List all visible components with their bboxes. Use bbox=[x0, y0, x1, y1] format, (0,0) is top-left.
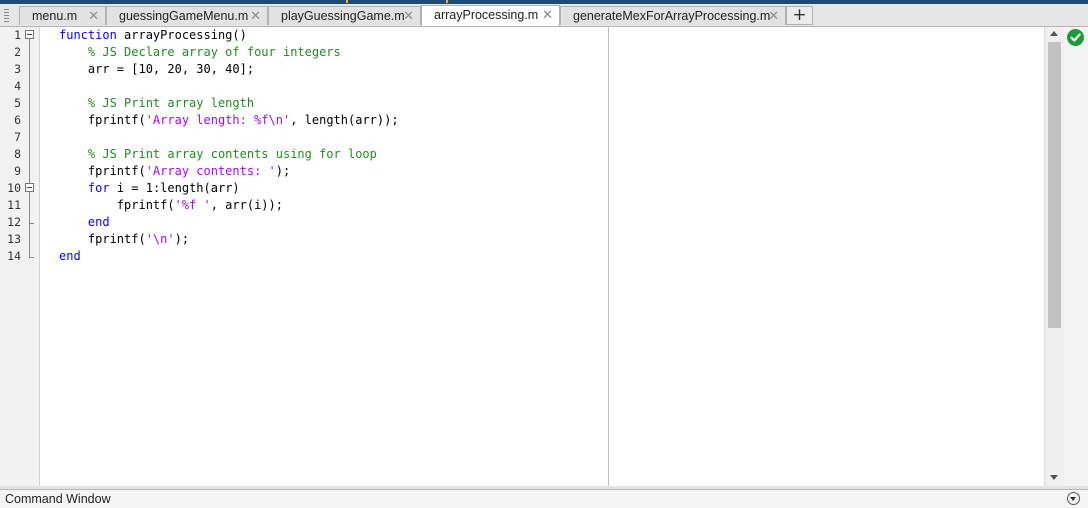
tab-arrayprocessing-m[interactable]: arrayProcessing.m ✕ bbox=[421, 5, 560, 26]
code-token: , arr(i)); bbox=[210, 198, 283, 212]
comment-token: % JS Print array length bbox=[59, 96, 255, 110]
keyword-token: end bbox=[87, 215, 110, 229]
line-number: 5 bbox=[14, 96, 21, 110]
string-token: '\n' bbox=[145, 232, 175, 246]
collapse-fold-icon[interactable] bbox=[25, 30, 34, 39]
code-token: , length(arr)); bbox=[290, 113, 399, 127]
line-number: 3 bbox=[14, 62, 21, 76]
line-number: 9 bbox=[14, 164, 21, 178]
keyword-token: for bbox=[87, 181, 110, 195]
tab-label: menu.m bbox=[32, 9, 78, 23]
chevron-down-circle-icon[interactable] bbox=[1067, 492, 1080, 505]
close-icon[interactable]: ✕ bbox=[88, 7, 99, 25]
editor-tab-bar: menu.m ✕ guessingGameMenu.m ✕ playGuessi… bbox=[0, 4, 1088, 27]
line-number: 8 bbox=[14, 147, 21, 161]
fold-guide-end bbox=[29, 257, 34, 258]
string-token: 'Array length: %f\n' bbox=[145, 113, 291, 127]
scroll-up-arrow-icon[interactable] bbox=[1050, 31, 1058, 36]
code-token: ); bbox=[174, 232, 190, 246]
right-margin-line bbox=[608, 27, 609, 486]
tab-label: generateMexForArrayProcessing.m bbox=[573, 9, 771, 23]
code-token: fprintf( bbox=[59, 232, 146, 246]
code-line[interactable]: fprintf('Array contents: '); bbox=[59, 163, 290, 180]
code-line[interactable]: for i = 1:length(arr) bbox=[59, 180, 240, 197]
add-tab-button[interactable]: + bbox=[786, 6, 813, 25]
scroll-down-arrow-icon[interactable] bbox=[1050, 475, 1058, 480]
code-line[interactable]: fprintf('\n'); bbox=[59, 231, 189, 248]
code-token: fprintf( bbox=[59, 113, 146, 127]
code-line[interactable]: % JS Print array length bbox=[59, 95, 254, 112]
line-number: 1 bbox=[14, 28, 21, 42]
code-line[interactable]: end bbox=[59, 248, 81, 265]
string-token: 'Array contents: ' bbox=[145, 164, 276, 178]
tab-label: playGuessingGame.m bbox=[281, 9, 405, 23]
code-analyzer-bar bbox=[1064, 27, 1088, 486]
code-line[interactable]: fprintf('Array length: %f\n', length(arr… bbox=[59, 112, 399, 129]
code-line[interactable]: arr = [10, 20, 30, 40]; bbox=[59, 61, 254, 78]
fold-guide-line bbox=[29, 39, 30, 257]
command-window-header[interactable]: Command Window bbox=[0, 489, 1088, 508]
code-token: arr = [10, 20, 30, 40]; bbox=[59, 62, 255, 76]
keyword-token: function bbox=[59, 28, 117, 42]
close-icon[interactable]: ✕ bbox=[250, 7, 261, 25]
line-number: 2 bbox=[14, 45, 21, 59]
check-circle-icon[interactable] bbox=[1067, 29, 1084, 46]
string-token: '%f ' bbox=[174, 198, 211, 212]
tab-playguessinggame-m[interactable]: playGuessingGame.m ✕ bbox=[268, 6, 421, 25]
tab-label: arrayProcessing.m bbox=[434, 8, 539, 22]
code-line[interactable]: % JS Print array contents using for loop bbox=[59, 146, 377, 163]
vertical-scrollbar[interactable] bbox=[1044, 27, 1064, 486]
line-number-gutter: 1 2 3 4 5 6 7 8 9 10 11 12 13 14 bbox=[0, 27, 40, 486]
scrollbar-thumb[interactable] bbox=[1048, 42, 1061, 328]
code-line[interactable]: function arrayProcessing() bbox=[59, 27, 247, 44]
collapse-fold-icon[interactable] bbox=[25, 183, 34, 192]
keyword-token: end bbox=[59, 249, 81, 263]
tab-guessinggamemenu-m[interactable]: guessingGameMenu.m ✕ bbox=[106, 6, 268, 25]
line-number: 10 bbox=[7, 181, 21, 195]
fold-guide-line bbox=[29, 192, 30, 223]
grip-handle-icon[interactable] bbox=[4, 9, 9, 23]
line-number: 6 bbox=[14, 113, 21, 127]
code-editor[interactable]: function arrayProcessing() % JS Declare … bbox=[40, 27, 1044, 486]
code-line[interactable]: % JS Declare array of four integers bbox=[59, 44, 341, 61]
close-icon[interactable]: ✕ bbox=[403, 7, 414, 25]
line-number: 11 bbox=[7, 198, 21, 212]
line-number: 14 bbox=[7, 249, 21, 263]
code-token: fprintf( bbox=[59, 198, 175, 212]
tab-generatemexforarrayprocessing-m[interactable]: generateMexForArrayProcessing.m ✕ bbox=[560, 6, 786, 25]
close-icon[interactable]: ✕ bbox=[542, 6, 553, 24]
code-line[interactable]: end bbox=[59, 214, 110, 231]
comment-token: % JS Print array contents using for loop bbox=[59, 147, 377, 161]
tab-menu-m[interactable]: menu.m ✕ bbox=[19, 6, 106, 25]
comment-token: % JS Declare array of four integers bbox=[59, 45, 341, 59]
code-token: i = 1:length(arr) bbox=[109, 181, 240, 195]
tab-label: guessingGameMenu.m bbox=[119, 9, 249, 23]
fold-guide-end bbox=[29, 223, 34, 224]
line-number: 12 bbox=[7, 215, 21, 229]
line-number: 13 bbox=[7, 232, 21, 246]
code-token: fprintf( bbox=[59, 164, 146, 178]
line-number: 7 bbox=[14, 130, 21, 144]
command-window-title: Command Window bbox=[5, 492, 111, 506]
code-line[interactable]: fprintf('%f ', arr(i)); bbox=[59, 197, 283, 214]
line-number: 4 bbox=[14, 79, 21, 93]
code-token: ); bbox=[275, 164, 291, 178]
code-token: arrayProcessing() bbox=[116, 28, 247, 42]
close-icon[interactable]: ✕ bbox=[768, 7, 779, 25]
